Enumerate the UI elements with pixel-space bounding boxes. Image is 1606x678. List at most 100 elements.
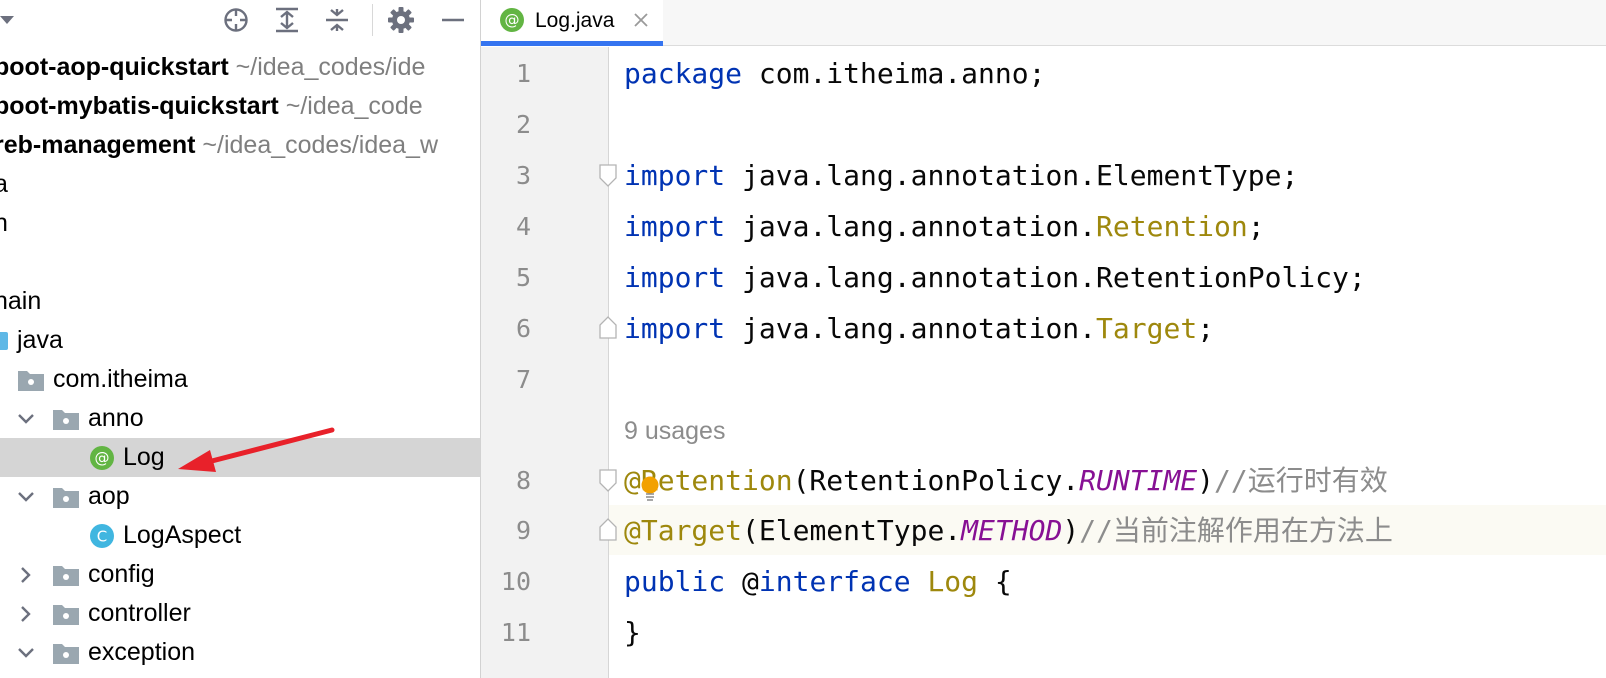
code-line-9: @Target(ElementType.METHOD)//当前注解作用在方法上: [624, 506, 1393, 556]
close-icon[interactable]: [632, 11, 650, 29]
tree-label: aop: [88, 482, 130, 510]
code-text: }: [624, 616, 641, 649]
tree-row-empty[interactable]: [0, 243, 480, 282]
line-number: 11: [500, 618, 531, 647]
usages-inlay-hint[interactable]: 9 usages: [624, 406, 725, 456]
enum-constant: RUNTIME: [1079, 464, 1198, 497]
annotation-name: Retention: [1096, 210, 1248, 243]
code-text: com.itheima.anno;: [742, 57, 1046, 90]
code-text: ): [1062, 514, 1080, 547]
code-line-8: @Retention(RetentionPolicy.RUNTIME)//运行时…: [624, 456, 1388, 506]
code-text: java.lang.annotation.: [725, 210, 1097, 243]
tree-row-logaspect[interactable]: C LogAspect: [0, 516, 480, 555]
code-line-5: import java.lang.annotation.RetentionPol…: [624, 253, 1366, 303]
tree-row-controller[interactable]: controller: [0, 594, 480, 633]
line-number: 8: [515, 466, 531, 495]
code-comment: //运行时有效: [1214, 464, 1388, 497]
tree-row-a[interactable]: a: [0, 165, 480, 204]
code-editor: @ Log.java 1 2 3 4 5 6 7 8 9 10 11 packa…: [481, 0, 1606, 678]
source-folder-icon: [0, 332, 8, 350]
keyword: package: [624, 57, 743, 90]
line-number: 10: [500, 567, 531, 596]
keyword: import: [624, 261, 726, 294]
code-comment: //当前注解作用在方法上: [1079, 514, 1393, 547]
code-text: java.lang.annotation.RetentionPolicy;: [725, 261, 1366, 294]
svg-text:@: @: [505, 11, 520, 29]
chevron-right-icon[interactable]: [17, 605, 35, 623]
keyword: public: [624, 565, 726, 598]
tree-label: nain: [0, 287, 42, 315]
tree-label: config: [88, 560, 155, 588]
tree-row-exception[interactable]: exception: [0, 633, 480, 672]
collapse-all-icon[interactable]: [320, 3, 354, 37]
tree-row-config[interactable]: config: [0, 555, 480, 594]
code-area[interactable]: package com.itheima.anno; import java.la…: [610, 47, 1606, 678]
package-folder-icon: [53, 605, 79, 625]
chevron-down-icon[interactable]: [17, 410, 35, 428]
line-number: 4: [515, 212, 531, 241]
package-folder-icon: [53, 644, 79, 664]
lightbulb-icon[interactable]: [639, 476, 661, 502]
code-text: {: [978, 565, 1012, 598]
package-folder-icon: [18, 371, 44, 391]
gear-icon[interactable]: [384, 3, 418, 37]
module-path: ~/idea_codes/idea_w: [202, 131, 439, 159]
line-number-gutter[interactable]: 1 2 3 4 5 6 7 8 9 10 11: [481, 47, 617, 678]
package-folder-icon: [53, 410, 79, 430]
tab-label: Log.java: [535, 9, 615, 32]
code-line-10: public @interface Log {: [624, 557, 1012, 607]
code-line-1: package com.itheima.anno;: [624, 49, 1045, 99]
line-number: 9: [515, 516, 531, 545]
locate-icon[interactable]: [219, 3, 253, 37]
keyword: import: [624, 159, 726, 192]
svg-text:C: C: [97, 528, 107, 546]
code-text: ;: [1197, 312, 1215, 345]
tree-row-aop[interactable]: aop: [0, 477, 480, 516]
minimize-icon[interactable]: [436, 3, 470, 37]
code-text: ): [1197, 464, 1215, 497]
chevron-down-icon[interactable]: [17, 488, 35, 506]
svg-text:@: @: [95, 449, 110, 467]
annotation-type-name: Log: [927, 565, 979, 598]
tree-row-com-itheima[interactable]: com.itheima: [0, 360, 480, 399]
tree-label: controller: [88, 599, 191, 627]
tree-label: exception: [88, 638, 196, 666]
class-icon: C: [90, 524, 114, 548]
line-number: 1: [515, 59, 531, 88]
tree-row-boot-mybatis-quickstart[interactable]: boot-mybatis-quickstart ~/idea_code: [0, 87, 480, 126]
tree-label: Log: [123, 443, 165, 471]
tree-row-web-management[interactable]: reb-management ~/idea_codes/idea_w: [0, 126, 480, 165]
annotation-file-icon: @: [500, 8, 524, 32]
code-line-3: import java.lang.annotation.ElementType;: [624, 151, 1298, 201]
code-line-6: import java.lang.annotation.Target;: [624, 304, 1214, 354]
keyword: import: [624, 210, 726, 243]
tree-row-boot-aop-quickstart[interactable]: boot-aop-quickstart ~/idea_codes/ide: [0, 48, 480, 87]
dropdown-caret-icon[interactable]: [0, 14, 16, 26]
tree-row-n[interactable]: n: [0, 204, 480, 243]
module-name: boot-mybatis-quickstart: [0, 92, 279, 120]
line-number: 5: [515, 263, 531, 292]
code-text: java.lang.annotation.ElementType;: [725, 159, 1299, 192]
chevron-down-icon[interactable]: [17, 644, 35, 662]
code-line-11: }: [624, 608, 641, 658]
line-number: 7: [515, 365, 531, 394]
annotation-name: @Target: [624, 514, 743, 547]
chevron-right-icon[interactable]: [17, 566, 35, 584]
project-tool-window: boot-aop-quickstart ~/idea_codes/ide boo…: [0, 0, 481, 678]
expand-all-icon[interactable]: [270, 3, 304, 37]
tree-label: com.itheima: [53, 365, 188, 393]
tab-log-java[interactable]: @ Log.java: [481, 0, 663, 46]
tree-label: n: [0, 204, 8, 243]
tree-row-java[interactable]: java: [0, 321, 480, 360]
tree-label: anno: [88, 404, 144, 432]
project-toolbar: [0, 0, 480, 40]
code-text: @: [725, 565, 759, 598]
tree-label: a: [0, 165, 8, 204]
annotation-icon: @: [90, 446, 114, 470]
tree-row-main[interactable]: nain: [0, 282, 480, 321]
toolbar-separator: [372, 4, 373, 36]
annotation-name: Target: [1096, 312, 1198, 345]
code-text: (RetentionPolicy.: [792, 464, 1080, 497]
active-tab-indicator: [481, 41, 663, 46]
